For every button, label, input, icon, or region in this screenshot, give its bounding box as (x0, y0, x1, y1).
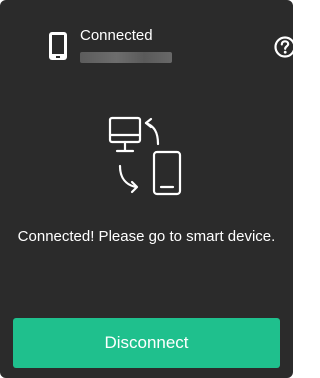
question-circle-icon[interactable] (274, 36, 293, 58)
device-name-redacted (80, 52, 172, 63)
connection-status: Connected (80, 27, 153, 44)
disconnect-button[interactable]: Disconnect (13, 318, 280, 368)
computer-phone-sync-icon (108, 116, 182, 196)
smartphone-icon (49, 32, 67, 60)
status-message: Connected! Please go to smart device. (17, 228, 276, 245)
connection-panel: Connected Connected! Please go to smart … (0, 0, 293, 378)
